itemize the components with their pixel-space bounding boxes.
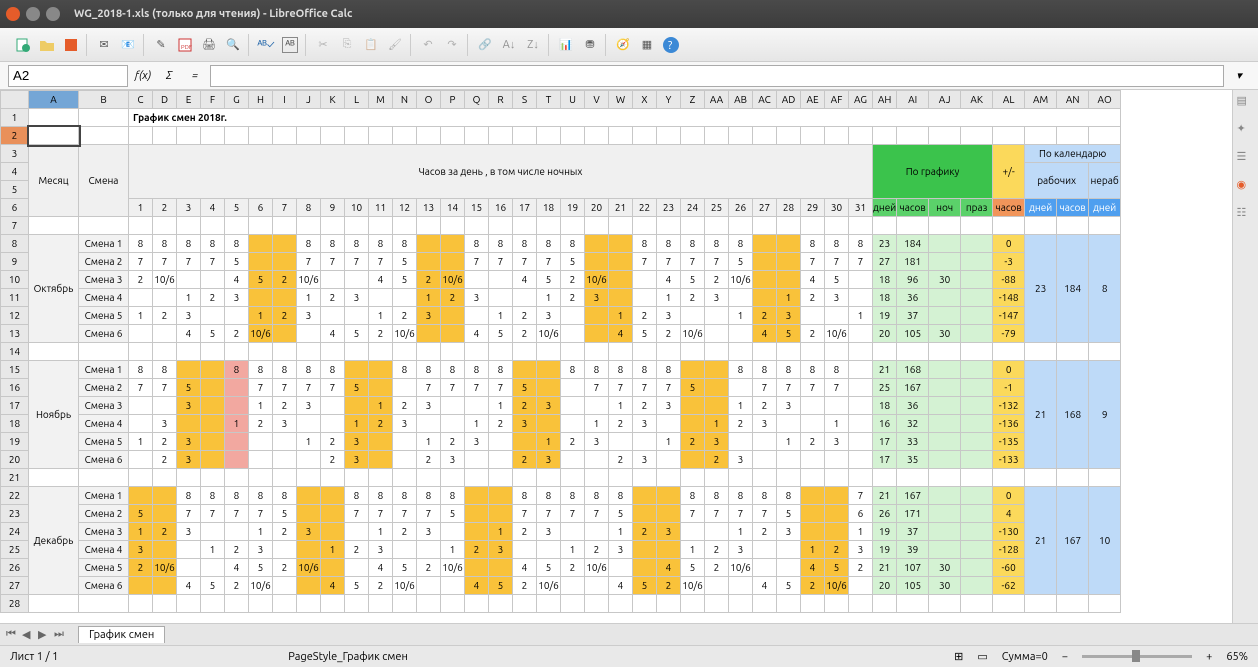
name-box[interactable] [8,65,128,87]
gallery-icon[interactable]: ▦ [636,34,658,56]
paste-icon[interactable]: 📋 [360,34,382,56]
export-icon[interactable]: ✉ [93,34,115,56]
cut-icon[interactable]: ✂ [312,34,334,56]
dropdown-icon[interactable]: ▾ [1228,65,1250,87]
spreadsheet-grid[interactable]: ABCDEFGHIJKLMNOPQRSTUVWXYZAAABACADAEAFAG… [0,90,1232,623]
gallery-icon[interactable]: ☰ [1237,150,1255,168]
window-title: WG_2018-1.xls (только для чтения) - Libr… [74,8,352,20]
open-icon[interactable] [36,34,58,56]
sheet-position: Лист 1 / 1 [10,651,58,663]
zoom-in-icon[interactable]: + [1206,651,1212,663]
pdf-icon[interactable]: PDF [174,34,196,56]
brush-icon[interactable]: 🖌 [384,34,406,56]
minimize-icon[interactable] [26,7,40,21]
functions-icon[interactable]: ☷ [1237,206,1255,224]
tab-first-icon[interactable]: ⏮ [6,628,20,642]
chart-icon[interactable]: 📊 [555,34,577,56]
sort-desc-icon[interactable]: Z↓ [522,34,544,56]
selection-mode-icon[interactable]: ▭ [977,650,987,663]
sum-display: Сумма=0 [1002,651,1048,663]
navigator-icon[interactable]: 🧭 [612,34,634,56]
help-icon[interactable]: ? [660,34,682,56]
new-icon[interactable] [12,34,34,56]
sheet-tabs: ⏮ ◀ ▶ ⏭ График смен [0,623,1258,645]
spellcheck-icon[interactable]: ᴬᴮ✓ [255,34,277,56]
sidebar-panel: ▤ ✦ ☰ ◉ ☷ [1232,90,1258,623]
zoom-slider[interactable] [1082,655,1192,658]
filter-icon[interactable]: ⛃ [579,34,601,56]
redo-icon[interactable]: ↷ [441,34,463,56]
svg-text:PDF: PDF [181,44,192,51]
mail-icon[interactable]: 📧 [117,34,139,56]
svg-text:?: ? [668,40,672,52]
undo-icon[interactable]: ↶ [417,34,439,56]
zoom-value: 65% [1226,651,1248,663]
link-icon[interactable]: 🔗 [474,34,496,56]
styles-icon[interactable]: ✦ [1237,122,1255,140]
tab-next-icon[interactable]: ▶ [38,628,52,642]
status-bar: Лист 1 / 1 PageStyle_График смен ⊞ ▭ Сум… [0,645,1258,667]
navigator-icon[interactable]: ◉ [1237,178,1255,196]
edit-icon[interactable]: ✎ [150,34,172,56]
sort-asc-icon[interactable]: A↓ [498,34,520,56]
maximize-icon[interactable] [46,7,60,21]
preview-icon[interactable]: 🔍 [222,34,244,56]
insert-mode-icon[interactable]: ⊞ [954,650,963,663]
copy-icon[interactable]: ⎘ [336,34,358,56]
titlebar: WG_2018-1.xls (только для чтения) - Libr… [0,0,1258,28]
tab-prev-icon[interactable]: ◀ [22,628,36,642]
function-wizard-icon[interactable]: f(x) [132,65,154,87]
sheet-tab[interactable]: График смен [78,626,165,643]
sum-icon[interactable]: Σ [158,65,180,87]
equals-icon[interactable]: = [184,65,206,87]
formula-bar: f(x) Σ = ▾ [0,62,1258,90]
autospell-icon[interactable]: ᴬᴮ [279,34,301,56]
print-icon[interactable]: 🖨 [198,34,220,56]
tab-last-icon[interactable]: ⏭ [54,628,68,642]
save-icon[interactable] [60,34,82,56]
page-style: PageStyle_График смен [288,651,408,663]
properties-icon[interactable]: ▤ [1237,94,1255,112]
main-toolbar: ✉ 📧 ✎ PDF 🖨 🔍 ᴬᴮ✓ ᴬᴮ ✂ ⎘ 📋 🖌 ↶ ↷ 🔗 A↓ Z↓ [0,28,1258,62]
zoom-out-icon[interactable]: − [1062,651,1068,663]
close-icon[interactable] [6,7,20,21]
formula-input[interactable] [210,65,1224,87]
